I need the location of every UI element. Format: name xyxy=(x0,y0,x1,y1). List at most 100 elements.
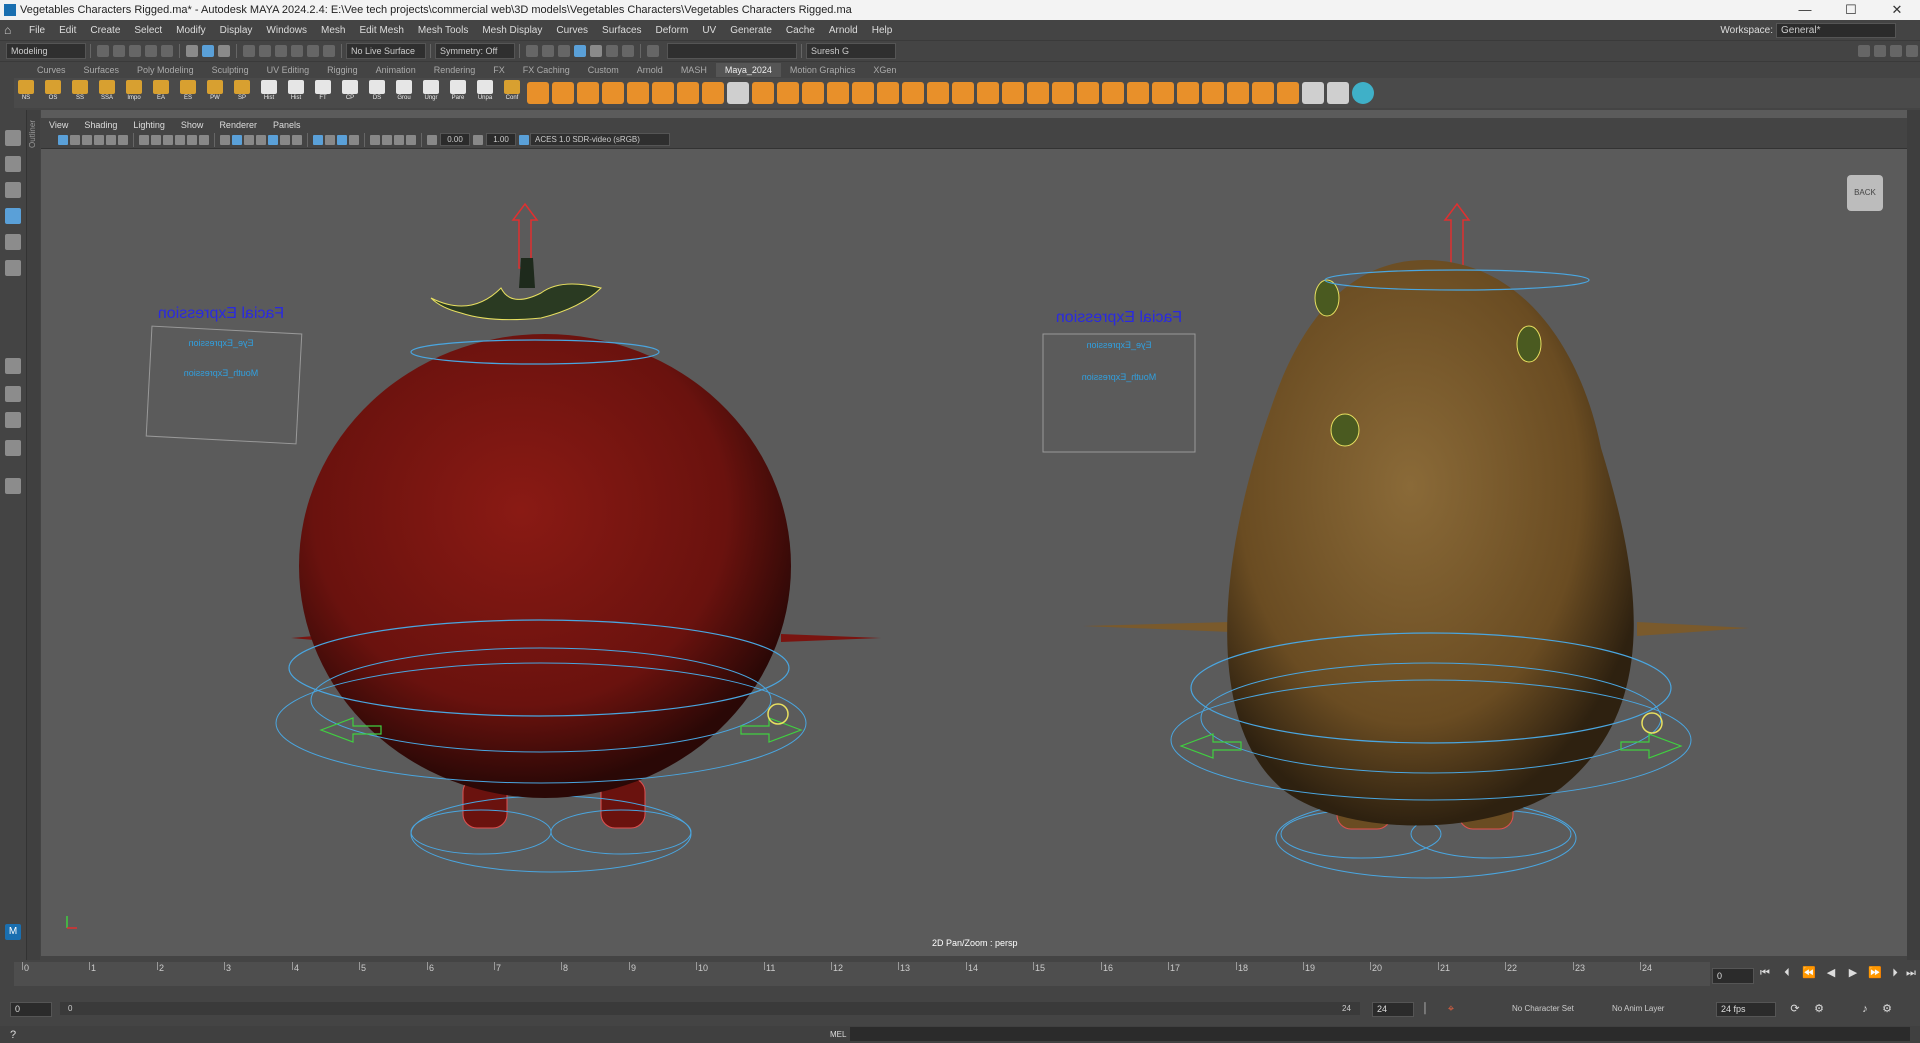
shelf-tool-icon-4[interactable] xyxy=(602,82,624,104)
viewport-menu-shading[interactable]: Shading xyxy=(76,120,125,130)
shelf-tool-icon-6[interactable] xyxy=(652,82,674,104)
shelf-tool-icon-13[interactable] xyxy=(827,82,849,104)
menu-edit-mesh[interactable]: Edit Mesh xyxy=(352,25,410,36)
image-plane-icon[interactable] xyxy=(94,134,104,145)
select-tool-icon[interactable] xyxy=(5,130,21,146)
shelf-tool-icon-20[interactable] xyxy=(1002,82,1024,104)
snap-magnet-icon[interactable] xyxy=(323,45,335,57)
shelf-tool-icon-12[interactable] xyxy=(802,82,824,104)
menu-help[interactable]: Help xyxy=(865,25,900,36)
shelf-button-ea[interactable]: EA xyxy=(149,78,173,106)
menu-display[interactable]: Display xyxy=(213,25,260,36)
menu-select[interactable]: Select xyxy=(127,25,169,36)
render-settings-icon[interactable] xyxy=(574,45,586,57)
viewport-menu-renderer[interactable]: Renderer xyxy=(211,120,265,130)
tomato-right-arm[interactable] xyxy=(781,634,881,642)
shelf-tab-fx[interactable]: FX xyxy=(484,63,514,77)
shelf-tool-icon-27[interactable] xyxy=(1177,82,1199,104)
step-forward-key-icon[interactable]: ⏩ xyxy=(1868,966,1882,980)
command-input-field[interactable] xyxy=(850,1027,1910,1041)
potato-left-arm[interactable] xyxy=(1083,622,1231,632)
step-back-frame-icon[interactable]: ⏴ xyxy=(1780,966,1794,980)
potato-top-arrow-control[interactable] xyxy=(1443,202,1471,269)
shelf-button-sp[interactable]: SP xyxy=(230,78,254,106)
ambient-occlusion-icon[interactable] xyxy=(313,134,323,145)
snap-grid-icon[interactable] xyxy=(243,45,255,57)
select-component-icon[interactable] xyxy=(218,45,230,57)
shelf-tool-icon-7[interactable] xyxy=(677,82,699,104)
xray-joints-icon[interactable] xyxy=(394,134,404,145)
shelf-tool-icon-16[interactable] xyxy=(902,82,924,104)
auto-key-icon[interactable]: ⌖ xyxy=(1444,1002,1458,1016)
bookmarks-icon[interactable] xyxy=(82,134,92,145)
shelf-button-unpa[interactable]: Unpa xyxy=(473,78,497,106)
single-perspective-layout-icon[interactable] xyxy=(5,358,21,374)
potato-character[interactable] xyxy=(1083,202,1749,879)
step-forward-frame-icon[interactable]: ⏵ xyxy=(1888,966,1902,980)
shelf-tab-curves[interactable]: Curves xyxy=(28,63,75,77)
shelf-tab-rendering[interactable]: Rendering xyxy=(425,63,485,77)
isolate-select-icon[interactable] xyxy=(370,134,380,145)
pause-icon[interactable] xyxy=(622,45,634,57)
shelf-tab-mash[interactable]: MASH xyxy=(672,63,716,77)
shelf-tool-icon-24[interactable] xyxy=(1102,82,1124,104)
gamma-field[interactable]: 1.00 xyxy=(486,133,516,146)
shelf-tool-icon-33[interactable] xyxy=(1327,82,1349,104)
shelf-tool-icon-15[interactable] xyxy=(877,82,899,104)
shelf-tool-icon-31[interactable] xyxy=(1277,82,1299,104)
shelf-tool-icon-17[interactable] xyxy=(927,82,949,104)
film-gate-icon[interactable] xyxy=(151,134,161,145)
live-surface-field[interactable]: No Live Surface xyxy=(346,43,426,59)
menu-mesh-display[interactable]: Mesh Display xyxy=(475,25,549,36)
shelf-tab-fx-caching[interactable]: FX Caching xyxy=(514,63,579,77)
wireframe-icon[interactable] xyxy=(220,134,230,145)
maximize-button[interactable]: ☐ xyxy=(1828,0,1874,20)
shelf-button-impo[interactable]: Impo xyxy=(122,78,146,106)
time-slider[interactable] xyxy=(14,962,1710,986)
menu-edit[interactable]: Edit xyxy=(52,25,83,36)
modeling-toolkit-icon[interactable] xyxy=(1858,45,1870,57)
shelf-tool-icon-19[interactable] xyxy=(977,82,999,104)
quick-input-field[interactable] xyxy=(667,43,797,59)
shelf-button-ss[interactable]: SS xyxy=(68,78,92,106)
arnold-render-icon[interactable] xyxy=(606,45,618,57)
close-button[interactable]: ✕ xyxy=(1874,0,1920,20)
shelf-button-hist-2[interactable]: Hist xyxy=(284,78,308,106)
xray-active-components-icon[interactable] xyxy=(406,134,416,145)
tomato-stem[interactable] xyxy=(519,258,535,288)
help-line-icon[interactable]: ? xyxy=(6,1028,20,1042)
shelf-tab-motion-graphics[interactable]: Motion Graphics xyxy=(781,63,865,77)
lasso-tool-icon[interactable] xyxy=(5,156,21,172)
shelf-tool-icon-10[interactable] xyxy=(752,82,774,104)
shelf-tool-icon-1[interactable] xyxy=(527,82,549,104)
animation-start-field[interactable]: 0 xyxy=(10,1002,52,1017)
menu-generate[interactable]: Generate xyxy=(723,25,779,36)
save-scene-icon[interactable] xyxy=(129,45,141,57)
potato-pole-vector-control[interactable] xyxy=(1641,712,1663,734)
scale-tool-icon[interactable] xyxy=(5,260,21,276)
outliner-strip[interactable]: Outliner xyxy=(27,110,40,960)
smooth-shade-icon[interactable] xyxy=(232,134,242,145)
menu-file[interactable]: File xyxy=(22,25,52,36)
snap-view-icon[interactable] xyxy=(291,45,303,57)
shelf-button-hist[interactable]: Hist xyxy=(257,78,281,106)
viewport-menu-lighting[interactable]: Lighting xyxy=(125,120,173,130)
render-view-icon[interactable] xyxy=(526,45,538,57)
shelf-tool-icon-3[interactable] xyxy=(577,82,599,104)
potato-sprout-1[interactable] xyxy=(1314,279,1340,317)
fps-dropdown[interactable]: 24 fps xyxy=(1716,1002,1776,1017)
user-account-dropdown[interactable]: Suresh G xyxy=(806,43,896,59)
attribute-editor-icon[interactable] xyxy=(1874,45,1886,57)
go-to-start-icon[interactable]: ⏮ xyxy=(1758,966,1772,980)
resolution-gate-icon[interactable] xyxy=(163,134,173,145)
menu-cache[interactable]: Cache xyxy=(779,25,822,36)
keyframe-icon[interactable]: ⏐ xyxy=(1418,1002,1432,1016)
redo-icon[interactable] xyxy=(161,45,173,57)
open-scene-icon[interactable] xyxy=(113,45,125,57)
shelf-button-os[interactable]: OS xyxy=(41,78,65,106)
anti-aliasing-icon[interactable] xyxy=(337,134,347,145)
play-forwards-icon[interactable]: ▶ xyxy=(1846,966,1860,980)
undo-icon[interactable] xyxy=(145,45,157,57)
shelf-tool-icon-14[interactable] xyxy=(852,82,874,104)
shelf-tool-icon-2[interactable] xyxy=(552,82,574,104)
